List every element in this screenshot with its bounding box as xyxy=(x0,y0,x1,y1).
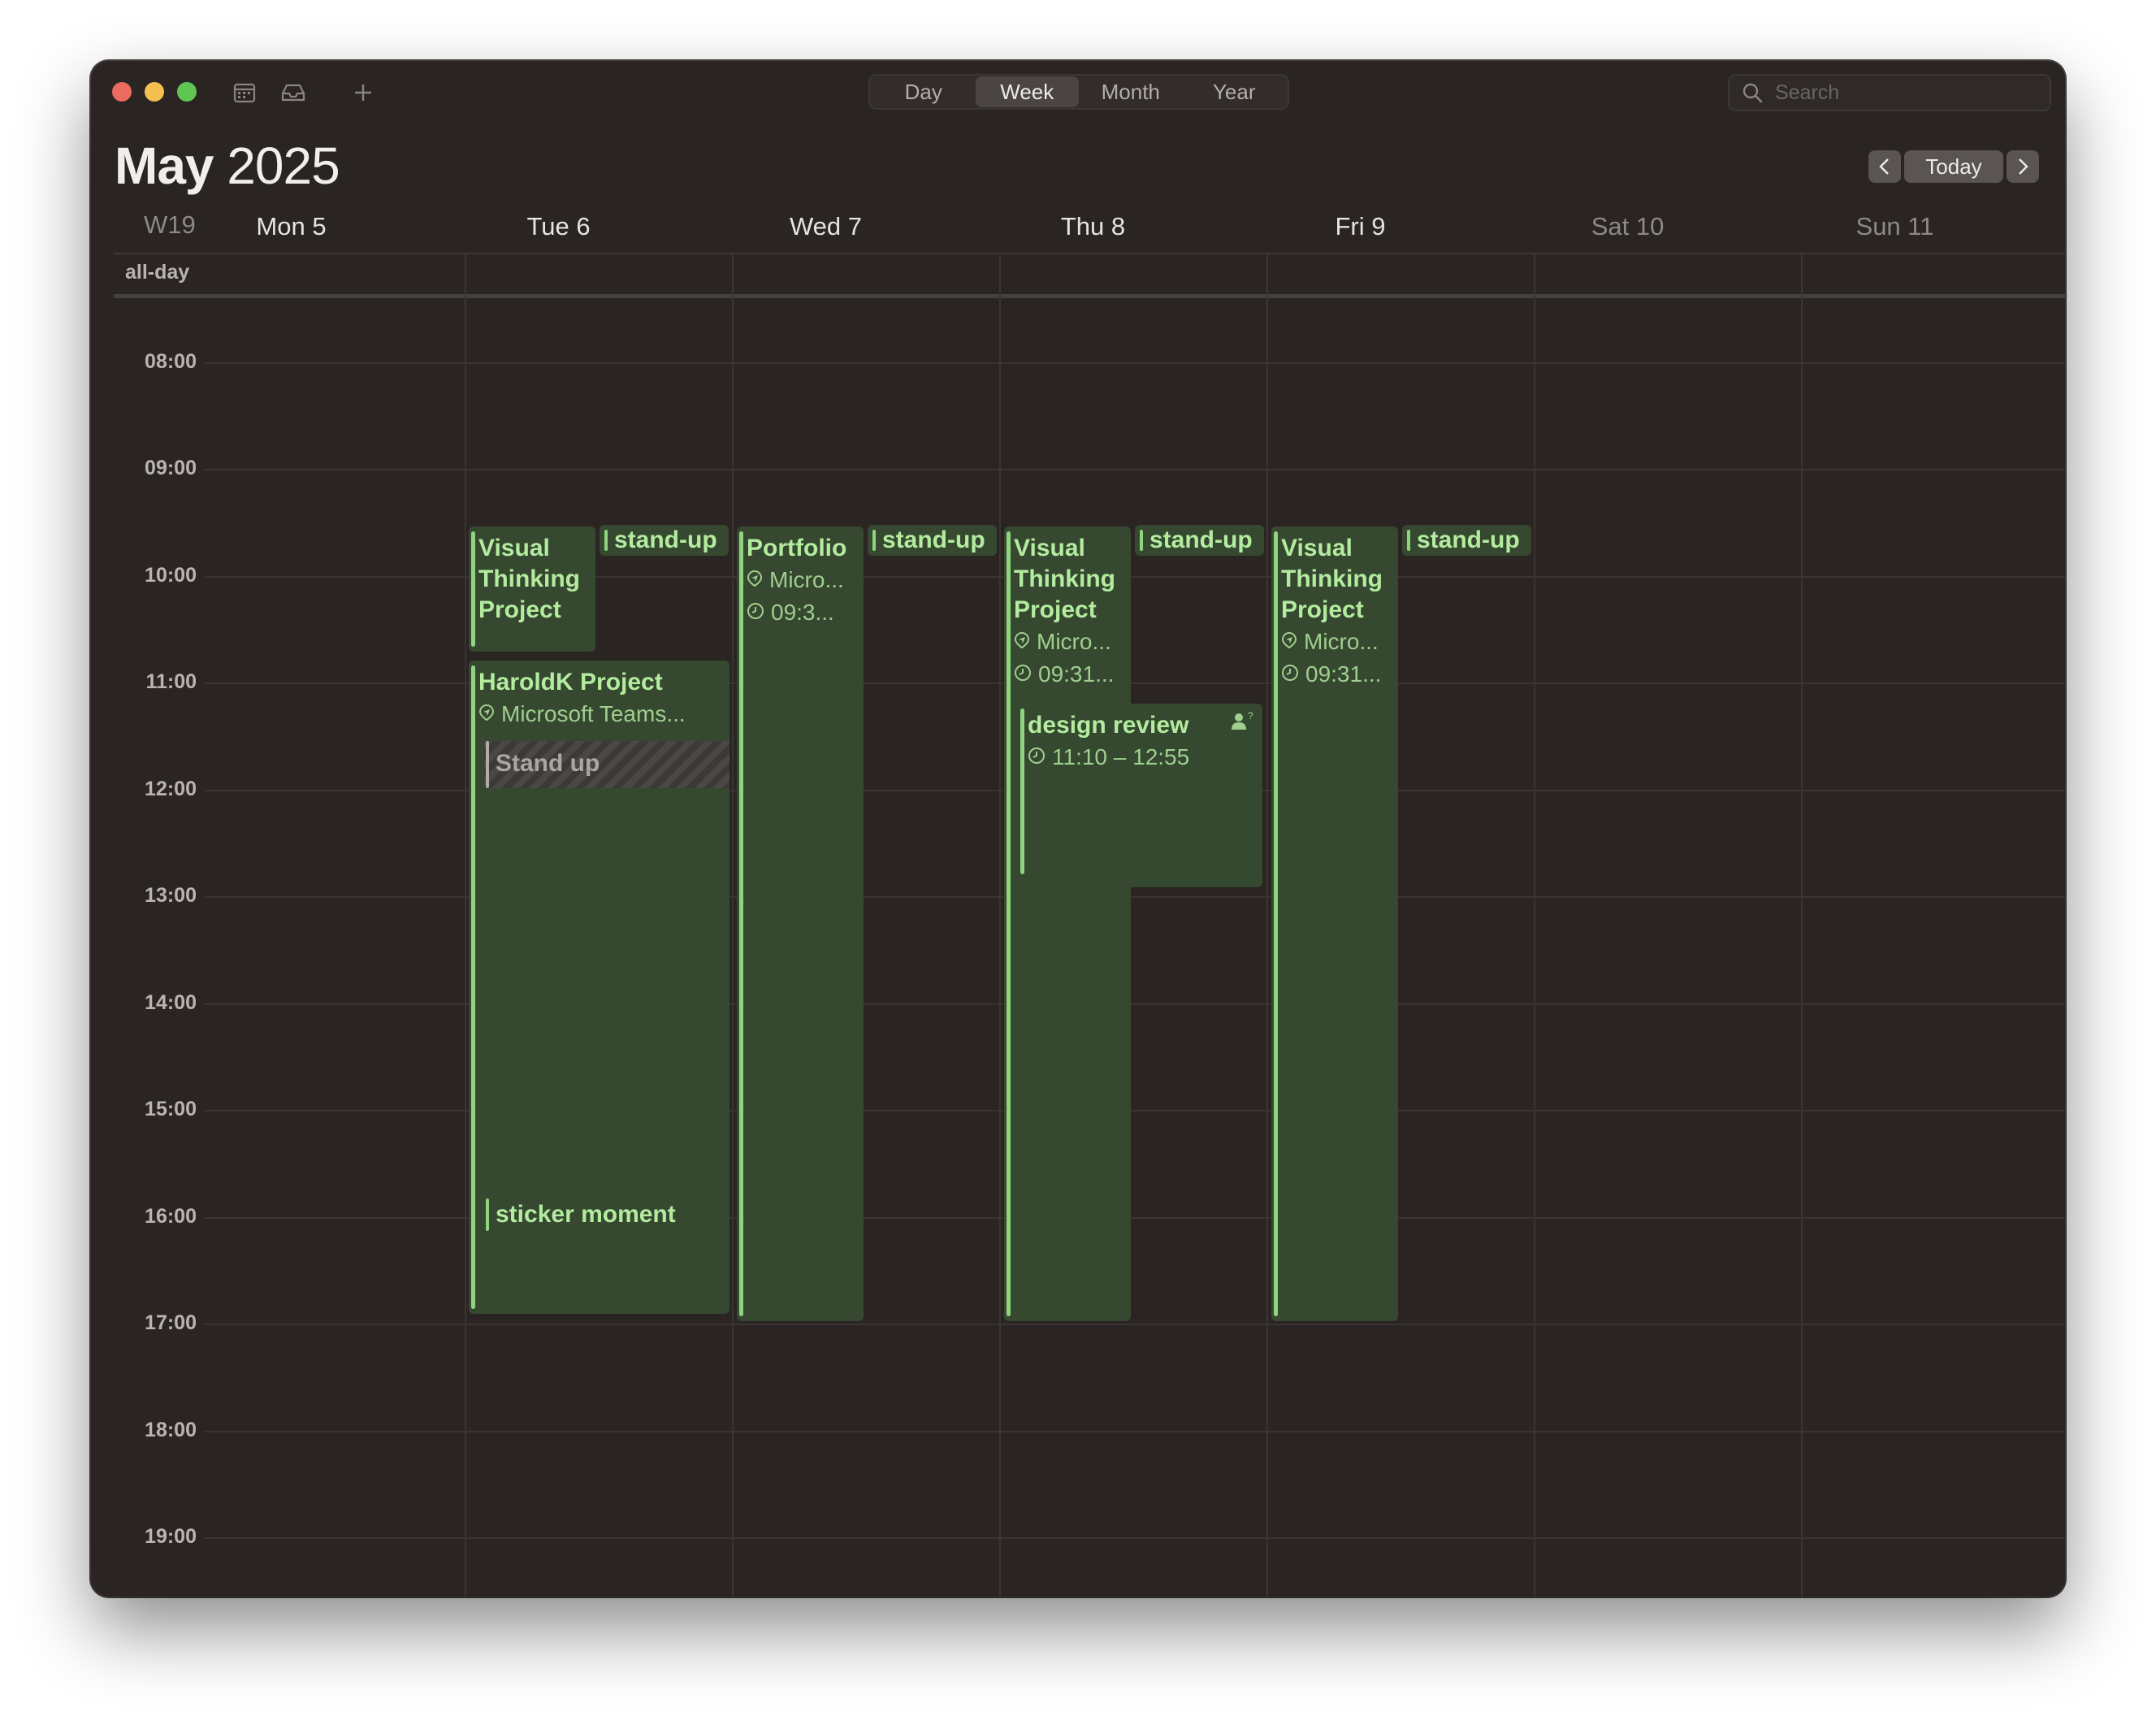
view-week-button[interactable]: Week xyxy=(975,76,1079,107)
hour-line xyxy=(205,1431,2065,1432)
day-header-thu[interactable]: Thu 8 xyxy=(959,212,1227,241)
clock-icon xyxy=(1028,741,1046,774)
view-year-button[interactable]: Year xyxy=(1183,76,1287,107)
event-design-review[interactable]: design review 11:10 – 12:55 ? xyxy=(1018,704,1262,879)
hour-label: 18:00 xyxy=(145,1419,197,1441)
event-title: Visual Thinking Project xyxy=(478,535,580,623)
day-header-tue[interactable]: Tue 6 xyxy=(425,212,692,241)
plus-icon[interactable] xyxy=(349,79,377,106)
minimize-window-button[interactable] xyxy=(145,82,164,102)
all-day-label: all-day xyxy=(125,261,190,284)
location-icon xyxy=(478,698,495,730)
hour-label: 16:00 xyxy=(145,1205,197,1228)
day-column-divider xyxy=(1534,254,1535,1597)
month-label: May xyxy=(115,136,214,195)
event-standup-thu[interactable]: stand-up xyxy=(1135,525,1264,556)
previous-week-button[interactable] xyxy=(1868,150,1901,183)
hour-label: 11:00 xyxy=(145,670,197,693)
view-switcher: Day Week Month Year xyxy=(868,74,1289,110)
search-icon xyxy=(1741,81,1764,104)
view-month-button[interactable]: Month xyxy=(1079,76,1183,107)
day-header-mon[interactable]: Mon 5 xyxy=(158,212,425,241)
all-day-divider xyxy=(114,294,2065,298)
location-icon xyxy=(1014,626,1030,658)
day-header-fri[interactable]: Fri 9 xyxy=(1227,212,1494,241)
svg-text:?: ? xyxy=(1248,710,1253,722)
location-icon xyxy=(1281,626,1297,658)
year-label: 2025 xyxy=(227,136,340,195)
day-header-wed[interactable]: Wed 7 xyxy=(692,212,959,241)
chevron-left-icon xyxy=(1879,158,1889,175)
header-divider xyxy=(114,253,2065,254)
day-column-divider xyxy=(732,254,734,1597)
event-stand-up-declined[interactable]: Stand up xyxy=(484,741,729,788)
event-title: design review xyxy=(1028,712,1189,739)
event-location: Micro... xyxy=(1304,629,1379,654)
close-window-button[interactable] xyxy=(112,82,132,102)
hour-line xyxy=(205,362,2065,364)
event-title: Visual Thinking Project xyxy=(1281,535,1383,623)
hour-label: 14:00 xyxy=(145,991,197,1014)
event-time: 09:3... xyxy=(771,600,834,625)
hour-label: 12:00 xyxy=(145,778,197,800)
event-time: 11:10 – 12:55 xyxy=(1052,744,1190,769)
search-box xyxy=(1728,74,2051,111)
event-location: Micro... xyxy=(1037,629,1111,654)
month-year-title: May 2025 xyxy=(115,136,340,196)
day-header-sun[interactable]: Sun 11 xyxy=(1761,212,2028,241)
event-standup-wed[interactable]: stand-up xyxy=(868,525,997,556)
event-time: 09:31... xyxy=(1038,661,1115,687)
inbox-icon[interactable] xyxy=(278,79,309,106)
location-icon xyxy=(747,564,763,596)
event-visual-thinking-fri[interactable]: Visual Thinking Project Micro... 09:31..… xyxy=(1271,526,1398,1321)
person-question-icon: ? xyxy=(1230,710,1254,735)
hour-label: 10:00 xyxy=(145,564,197,587)
hour-line xyxy=(205,1537,2065,1539)
event-sticker-moment[interactable]: sticker moment xyxy=(484,1198,720,1231)
search-input[interactable] xyxy=(1775,80,2035,105)
chevron-right-icon xyxy=(2019,158,2028,175)
day-column-divider xyxy=(465,254,466,1597)
day-column-divider xyxy=(999,254,1001,1597)
calendar-list-icon[interactable] xyxy=(231,79,258,106)
clock-icon xyxy=(1281,658,1299,691)
event-location: Micro... xyxy=(769,567,844,592)
next-week-button[interactable] xyxy=(2007,150,2039,183)
maximize-window-button[interactable] xyxy=(177,82,197,102)
hour-label: 08:00 xyxy=(145,350,197,373)
hour-label: 15:00 xyxy=(145,1098,197,1120)
event-location: Microsoft Teams... xyxy=(501,701,686,726)
event-standup-fri[interactable]: stand-up xyxy=(1402,525,1531,556)
hour-line xyxy=(205,1324,2065,1325)
day-header-sat[interactable]: Sat 10 xyxy=(1494,212,1761,241)
event-title: HaroldK Project xyxy=(478,669,663,696)
event-standup-tue[interactable]: stand-up xyxy=(600,525,729,556)
calendar-window: Day Week Month Year May 2025 Today W19 M… xyxy=(91,61,2065,1597)
hour-label: 17:00 xyxy=(145,1311,197,1334)
today-button[interactable]: Today xyxy=(1904,150,2003,183)
hour-label: 09:00 xyxy=(145,457,197,479)
date-navigation: Today xyxy=(1868,150,2039,183)
event-portfolio-wed[interactable]: Portfolio Micro... 09:3... xyxy=(737,526,864,1321)
view-day-button[interactable]: Day xyxy=(872,76,976,107)
hour-line xyxy=(205,469,2065,470)
clock-icon xyxy=(747,596,764,629)
event-title: Visual Thinking Project xyxy=(1014,535,1115,623)
hour-label: 13:00 xyxy=(145,884,197,907)
clock-icon xyxy=(1014,658,1032,691)
hour-label: 19:00 xyxy=(145,1525,197,1548)
day-column-divider xyxy=(1266,254,1268,1597)
event-visual-thinking-thu[interactable]: Visual Thinking Project Micro... 09:31..… xyxy=(1004,526,1131,1321)
event-visual-thinking-tue[interactable]: Visual Thinking Project xyxy=(469,526,595,652)
event-title: Portfolio xyxy=(747,535,847,561)
event-time: 09:31... xyxy=(1305,661,1382,687)
day-column-divider xyxy=(1801,254,1803,1597)
